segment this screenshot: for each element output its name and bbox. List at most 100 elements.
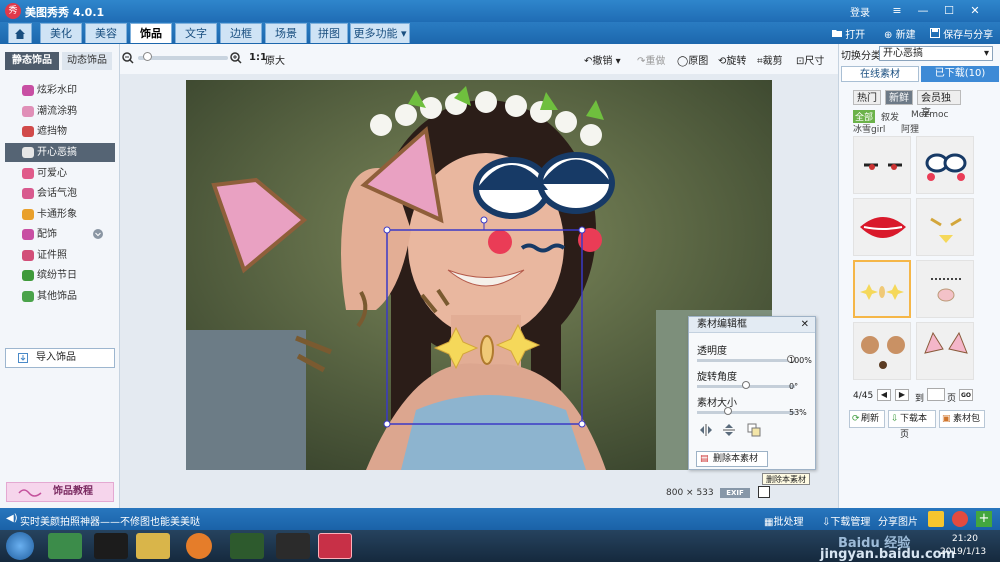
add-icon[interactable]: + (976, 511, 992, 527)
tab-beautify[interactable]: 美化 (40, 23, 82, 43)
category-item-active[interactable]: 开心恶搞 (5, 143, 115, 162)
flip-vertical-icon[interactable] (722, 423, 736, 437)
undo-button[interactable]: ↶撤销 ▾ (584, 52, 621, 67)
original-button[interactable]: ◯原图 (677, 52, 708, 67)
category-item[interactable]: 潮流涂鸦 (5, 102, 115, 121)
taskbar-media-icon[interactable] (230, 533, 264, 559)
delete-material-button[interactable]: ▤ 删除本素材 (696, 451, 768, 467)
exif-badge[interactable]: EXIF (720, 488, 750, 498)
filter-member[interactable]: 会员独享 (917, 90, 961, 119)
rotation-slider-thumb[interactable] (742, 381, 750, 389)
tab-more[interactable]: 更多功能 ▾ (350, 23, 410, 43)
category-item[interactable]: 其他饰品 (5, 287, 115, 306)
filter-hot[interactable]: 热门 (853, 90, 881, 105)
close-icon[interactable]: ✕ (801, 317, 809, 333)
taskbar-folder-icon[interactable] (136, 533, 170, 559)
material-library-button[interactable]: ▣ 素材包 (939, 410, 985, 428)
batch-button[interactable]: ▦批处理 (764, 513, 803, 528)
filter-new[interactable]: 新鲜 (885, 90, 913, 105)
status-message[interactable]: 实时美颜拍照神器——不修图也能美美哒 (20, 513, 200, 528)
home-tab[interactable] (8, 23, 32, 43)
clock-date[interactable]: 2019/1/13 (940, 547, 986, 557)
subfilter-item[interactable]: 阿狸 (901, 122, 919, 135)
compare-icon[interactable] (758, 486, 770, 498)
sticker-thumbnail[interactable] (853, 136, 911, 194)
menu-icon[interactable]: ≡ (888, 3, 906, 19)
tab-downloaded[interactable]: 已下载(10) (921, 66, 999, 82)
new-button[interactable]: ⊕ 新建 (884, 26, 916, 41)
sticker-thumbnail[interactable] (916, 198, 974, 256)
taskbar-app-icon[interactable] (48, 533, 82, 559)
tab-collage[interactable]: 拼图 (310, 23, 348, 43)
sticker-thumbnail[interactable] (916, 260, 974, 318)
login-link[interactable]: 登录 (850, 4, 870, 19)
category-item[interactable]: 遮挡物 (5, 122, 115, 141)
download-page-button[interactable]: ⇩ 下载本页 (888, 410, 936, 440)
sticker-thumbnail[interactable] (916, 136, 974, 194)
open-button[interactable]: 打开 (832, 26, 865, 41)
opacity-slider[interactable] (697, 359, 795, 362)
taskbar-firefox-icon[interactable] (186, 533, 212, 559)
main-nav: 美化 美容 饰品 文字 边框 场景 拼图 更多功能 ▾ 打开 ⊕ 新建 保存与分… (0, 22, 1000, 44)
sticker-thumbnail[interactable] (916, 322, 974, 380)
category-item[interactable]: 可爱心 (5, 164, 115, 183)
weibo-icon[interactable] (952, 511, 968, 527)
category-item[interactable]: 证件照 (5, 246, 115, 265)
category-item[interactable]: 卡通形象 (5, 205, 115, 224)
star-icon[interactable] (928, 511, 944, 527)
redo-button[interactable]: ↷重做 (637, 52, 665, 67)
clock-time[interactable]: 21:20 (952, 534, 978, 544)
start-button-icon[interactable] (6, 532, 34, 560)
download-manager-button[interactable]: ⇩下载管理 (822, 513, 870, 528)
sticker-thumbnail[interactable] (853, 198, 911, 256)
zoom-out-icon[interactable] (122, 52, 134, 64)
chevron-down-icon[interactable] (93, 229, 103, 239)
flip-horizontal-icon[interactable] (699, 423, 713, 437)
refresh-button[interactable]: ⟳ 刷新 (849, 410, 885, 428)
minimize-button[interactable]: — (914, 3, 932, 19)
rotate-button[interactable]: ⟲旋转 (718, 52, 746, 67)
tab-text[interactable]: 文字 (175, 23, 217, 43)
taskbar-qq-icon[interactable] (94, 533, 128, 559)
category-item[interactable]: 炫彩水印 (5, 81, 115, 100)
category-item[interactable]: 会话气泡 (5, 184, 115, 203)
original-size-label[interactable]: 原大 (265, 52, 285, 67)
tab-face[interactable]: 美容 (85, 23, 127, 43)
image-dimensions: 800 × 533 (666, 488, 714, 498)
tab-scene[interactable]: 场景 (265, 23, 307, 43)
photo-canvas[interactable] (186, 80, 772, 470)
subfilter-item[interactable]: 冰雪girl (853, 122, 885, 135)
prev-page-button[interactable]: ◀ (877, 389, 891, 401)
close-button[interactable]: ✕ (966, 3, 984, 19)
taskbar-meitu-icon[interactable] (318, 533, 352, 559)
save-share-button[interactable]: 保存与分享 (930, 26, 993, 41)
size-slider-thumb[interactable] (724, 407, 732, 415)
category-item[interactable]: 缤纷节日 (5, 266, 115, 285)
tab-static-accessories[interactable]: 静态饰品 (5, 52, 59, 70)
category-item[interactable]: 配饰 (5, 225, 115, 244)
crop-button[interactable]: ⌗裁剪 (757, 52, 783, 67)
open-label: 打开 (845, 30, 866, 41)
page-input[interactable] (927, 388, 945, 401)
sticker-thumbnail-selected[interactable] (853, 260, 911, 318)
tutorial-button[interactable]: 饰品教程 (6, 482, 114, 502)
resize-button[interactable]: ⊡尺寸 (796, 52, 824, 67)
import-accessory-button[interactable]: 导入饰品 (5, 348, 115, 368)
tab-online-materials[interactable]: 在线素材 (841, 66, 919, 82)
next-page-button[interactable]: ▶ (895, 389, 909, 401)
zoom-slider-thumb[interactable] (142, 52, 152, 61)
size-slider[interactable] (697, 411, 795, 414)
tab-dynamic-accessories[interactable]: 动态饰品 (62, 52, 112, 70)
maximize-button[interactable]: ☐ (940, 3, 958, 19)
tab-frame[interactable]: 边框 (220, 23, 262, 43)
zoom-slider[interactable] (138, 56, 228, 60)
sticker-thumbnail[interactable] (853, 322, 911, 380)
copy-icon[interactable] (747, 423, 761, 437)
tab-accessories[interactable]: 饰品 (130, 23, 172, 43)
share-image-button[interactable]: 分享图片 (878, 513, 918, 528)
taskbar-record-icon[interactable] (276, 533, 310, 559)
subfilter-item[interactable]: Mocmoc (911, 110, 948, 120)
zoom-in-icon[interactable] (230, 52, 242, 64)
go-button[interactable]: GO (959, 389, 973, 401)
category-select[interactable]: 开心恶搞 ▾ (879, 46, 993, 61)
